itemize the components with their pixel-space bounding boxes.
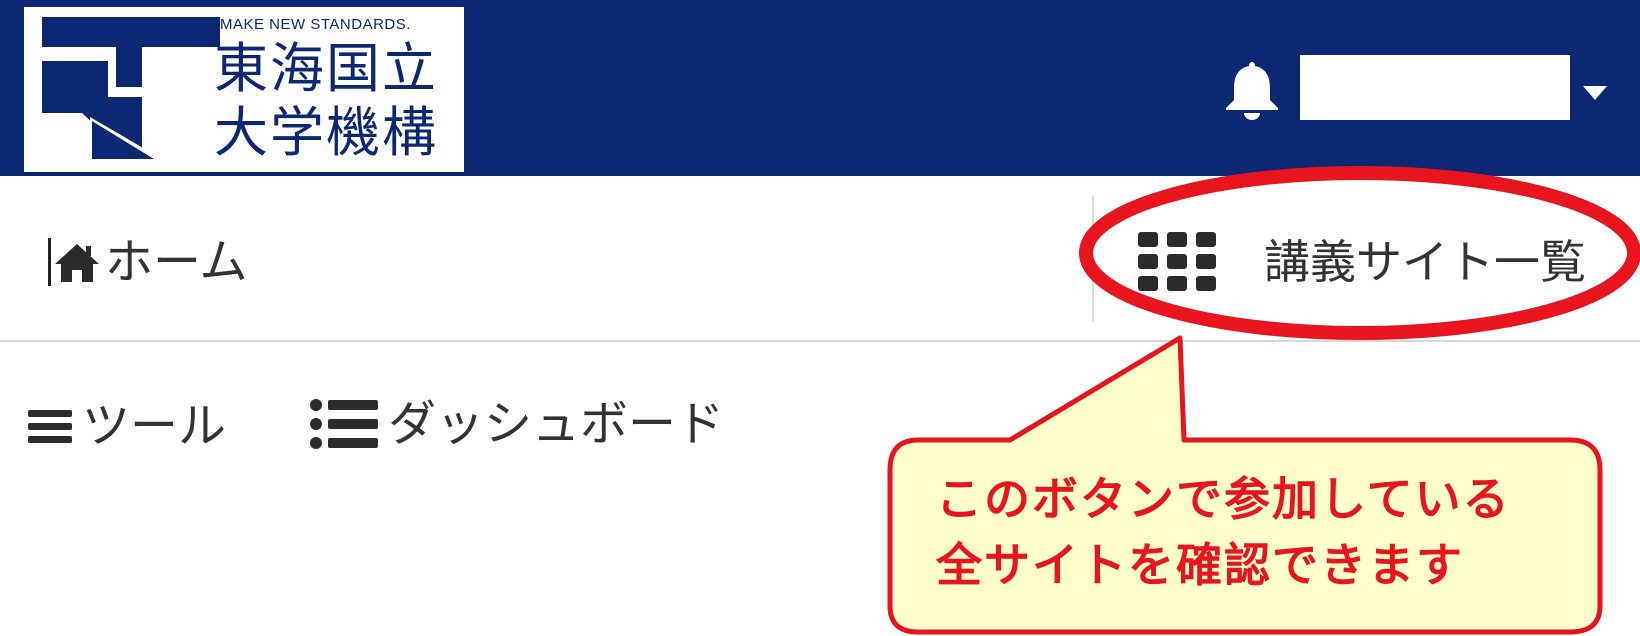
course-sites-label: 講義サイト一覧 (1264, 235, 1586, 289)
text-cursor (48, 238, 51, 286)
callout-line2: 全サイトを確認できます (936, 538, 1464, 592)
logo-name-line2: 大学機構 (214, 101, 438, 164)
tools-menu-button[interactable]: ツール (28, 394, 226, 458)
top-navigation: ホーム 講義サイト一覧 (0, 176, 1640, 342)
callout-text: このボタンで参加している 全サイトを確認できます (936, 466, 1576, 598)
logo-name-line1: 東海国立 (214, 37, 438, 100)
dashboard-link[interactable]: ダッシュボード (310, 392, 724, 456)
callout-line1: このボタンで参加している (936, 472, 1511, 526)
bell-icon[interactable] (1224, 58, 1280, 120)
site-header: MAKE NEW STANDARDS. 東海国立 大学機構 (0, 0, 1640, 176)
grid-icon (1138, 232, 1216, 291)
nav-divider (1092, 196, 1094, 322)
caret-down-icon[interactable] (1583, 86, 1607, 100)
user-menu[interactable] (1300, 55, 1570, 120)
menu-icon (28, 410, 72, 443)
home-icon (55, 244, 99, 282)
list-icon (310, 399, 378, 449)
logo-mark-icon (42, 17, 220, 159)
tools-label: ツール (82, 398, 227, 454)
logo-tagline: MAKE NEW STANDARDS. (220, 16, 411, 33)
university-logo[interactable]: MAKE NEW STANDARDS. 東海国立 大学機構 (24, 7, 464, 172)
dashboard-label: ダッシュボード (388, 396, 725, 452)
home-link[interactable]: ホーム (48, 232, 248, 292)
course-sites-button[interactable]: 講義サイト一覧 (1138, 230, 1586, 294)
home-label: ホーム (105, 234, 248, 290)
